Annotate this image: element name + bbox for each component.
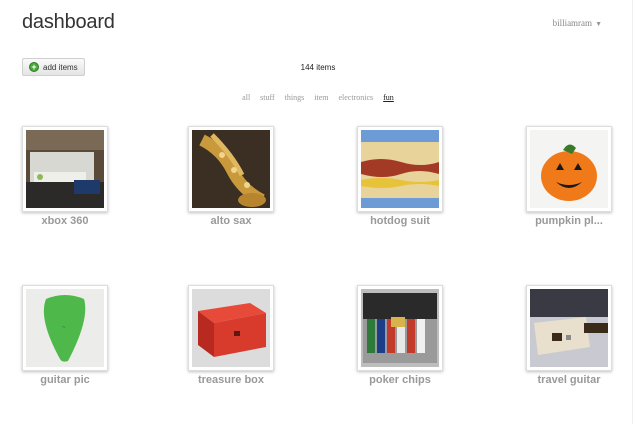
- item-thumbnail[interactable]: [188, 126, 274, 212]
- item-card[interactable]: pumpkin pl...: [524, 126, 614, 227]
- filter-things[interactable]: things: [285, 93, 305, 102]
- travel-guitar-photo: [530, 289, 608, 367]
- item-card[interactable]: alto sax: [186, 126, 276, 227]
- username: billiamram: [552, 18, 593, 28]
- filter-item[interactable]: item: [314, 93, 328, 102]
- item-card[interactable]: ~ guitar pic: [20, 285, 110, 386]
- item-thumbnail[interactable]: [526, 285, 612, 371]
- item-thumbnail[interactable]: [357, 126, 443, 212]
- filter-all[interactable]: all: [242, 93, 250, 102]
- item-label[interactable]: treasure box: [186, 374, 276, 386]
- item-label[interactable]: hotdog suit: [355, 215, 445, 227]
- item-thumbnail[interactable]: [526, 126, 612, 212]
- treasure-box-photo: [192, 289, 270, 367]
- item-label[interactable]: xbox 360: [20, 215, 110, 227]
- item-thumbnail[interactable]: ~: [22, 285, 108, 371]
- item-thumbnail[interactable]: [22, 126, 108, 212]
- user-menu[interactable]: billiamram ▼: [553, 18, 602, 28]
- filter-electronics[interactable]: electronics: [338, 93, 373, 102]
- item-label[interactable]: travel guitar: [524, 374, 614, 386]
- xbox-photo: [26, 130, 104, 208]
- item-thumbnail[interactable]: [357, 285, 443, 371]
- item-card[interactable]: xbox 360: [20, 126, 110, 227]
- item-card[interactable]: poker chips: [355, 285, 445, 386]
- item-count: 144 items: [300, 63, 336, 72]
- chevron-down-icon: ▼: [595, 20, 602, 28]
- item-card[interactable]: travel guitar: [524, 285, 614, 386]
- poker-chips-photo: [361, 289, 439, 367]
- scrollbar-edge: [632, 0, 633, 424]
- item-thumbnail[interactable]: [188, 285, 274, 371]
- filter-bar: all stuff things item electronics fun: [0, 93, 636, 102]
- item-label[interactable]: guitar pic: [20, 374, 110, 386]
- item-label[interactable]: alto sax: [186, 215, 276, 227]
- pumpkin-photo: [530, 130, 608, 208]
- item-card[interactable]: treasure box: [186, 285, 276, 386]
- hotdog-suit-photo: [361, 130, 439, 208]
- page-title: dashboard: [22, 11, 115, 33]
- guitar-pick-photo: ~: [26, 289, 104, 367]
- filter-stuff[interactable]: stuff: [260, 93, 275, 102]
- sax-photo: [192, 130, 270, 208]
- svg-text:~: ~: [62, 325, 66, 331]
- filter-fun[interactable]: fun: [383, 93, 394, 102]
- item-label[interactable]: pumpkin pl...: [524, 215, 614, 227]
- item-label[interactable]: poker chips: [355, 374, 445, 386]
- item-card[interactable]: hotdog suit: [355, 126, 445, 227]
